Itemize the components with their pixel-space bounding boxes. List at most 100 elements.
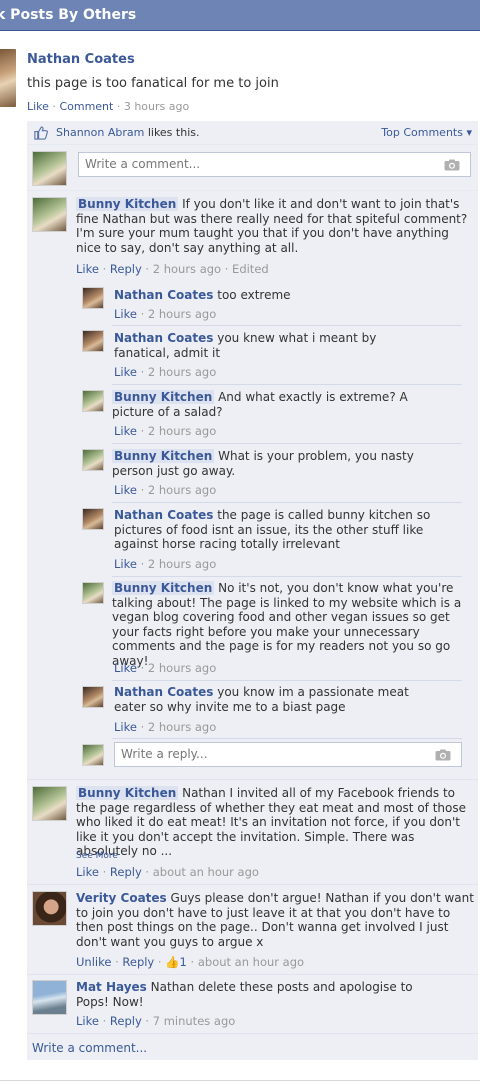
comment-reply-link[interactable]: Reply (110, 262, 142, 276)
likes-summary: Shannon Abram likes this. (56, 126, 199, 139)
likes-count-value: 1 (179, 955, 187, 969)
reply-divider (112, 502, 462, 503)
reply-avatar[interactable] (82, 390, 104, 412)
comment-meta: Like · Reply · about an hour ago (76, 865, 259, 879)
reply-input[interactable]: Write a reply... (114, 742, 462, 767)
reply-author[interactable]: Bunny Kitchen (112, 390, 215, 404)
comment-timestamp: 2 hours ago (152, 262, 222, 276)
post-meta: Like · Comment · 3 hours ago (27, 100, 190, 113)
write-comment-link[interactable]: Write a comment... (32, 1041, 147, 1055)
section-header: k Posts By Others (0, 0, 480, 31)
comment-reply-link[interactable]: Reply (110, 1014, 142, 1028)
post-text: this page is too fanatical for me to joi… (27, 76, 279, 91)
reply-avatar[interactable] (82, 287, 104, 309)
reply-thread: Nathan Coates too extreme Like · 2 hours… (80, 281, 465, 771)
commenter-name[interactable]: Bunny Kitchen (76, 786, 179, 800)
likes-row: Shannon Abram likes this. Top Comments ▾ (27, 121, 478, 145)
reply-avatar[interactable] (82, 508, 104, 530)
reply-avatar[interactable] (82, 582, 104, 604)
commenter-name[interactable]: Mat Hayes (76, 980, 147, 994)
comment-divider (27, 1033, 478, 1034)
comment-timestamp: about an hour ago (197, 955, 305, 969)
reply-body: Nathan Coates you know im a passionate m… (114, 685, 444, 714)
post-comment-link[interactable]: Comment (59, 100, 113, 113)
reply-avatar[interactable] (82, 449, 104, 471)
comment-divider (27, 974, 478, 975)
commenter-avatar[interactable] (32, 980, 67, 1015)
reply-timestamp: 2 hours ago (147, 720, 217, 734)
see-more-link[interactable]: See More (76, 851, 118, 861)
comment-like-link[interactable]: Like (76, 1014, 99, 1028)
reply-like-link[interactable]: Like (114, 483, 137, 497)
reply-like-link[interactable]: Like (114, 365, 137, 379)
commenter-avatar[interactable] (32, 197, 67, 232)
reply-meta: Like · 2 hours ago (114, 483, 217, 497)
comment-body: Mat Hayes Nathan delete these posts and … (76, 980, 436, 1009)
reply-timestamp: 2 hours ago (147, 365, 217, 379)
liker-name[interactable]: Shannon Abram (56, 126, 144, 139)
reply-meta: Like · 2 hours ago (114, 365, 217, 379)
post-author-avatar[interactable] (0, 49, 16, 107)
reply-like-link[interactable]: Like (114, 424, 137, 438)
comment-edited-label: Edited (232, 262, 269, 276)
reply-like-link[interactable]: Like (114, 307, 137, 321)
comment-timestamp: about an hour ago (152, 865, 259, 879)
comment-timestamp: 7 minutes ago (152, 1014, 236, 1028)
reply-timestamp: 2 hours ago (147, 557, 217, 571)
reply-meta: Like · 2 hours ago (114, 424, 217, 438)
reply-avatar[interactable] (82, 686, 104, 708)
reply-author[interactable]: Nathan Coates (114, 508, 213, 522)
comment-unlike-link[interactable]: Unlike (76, 955, 111, 969)
reply-author[interactable]: Nathan Coates (114, 685, 213, 699)
comment-input[interactable]: Write a comment... (78, 152, 471, 177)
commenter-name[interactable]: Bunny Kitchen (76, 197, 179, 211)
reply-timestamp: 2 hours ago (147, 661, 217, 675)
commenter-avatar[interactable] (32, 786, 67, 821)
top-comments-label: Top Comments (381, 126, 463, 139)
section-title: k Posts By Others (0, 7, 137, 23)
reply-text: too extreme (217, 288, 291, 302)
comments-panel: Shannon Abram likes this. Top Comments ▾… (27, 121, 478, 1060)
post-author-name[interactable]: Nathan Coates (27, 52, 135, 67)
reply-meta: Like · 2 hours ago (114, 307, 217, 321)
comment-reply-link[interactable]: Reply (122, 955, 154, 969)
current-user-avatar (32, 151, 67, 186)
camera-icon[interactable] (444, 159, 460, 171)
reply-author[interactable]: Nathan Coates (114, 288, 213, 302)
camera-icon[interactable] (435, 749, 451, 761)
reply-avatar[interactable] (82, 330, 104, 352)
reply-author[interactable]: Nathan Coates (114, 331, 213, 345)
small-thumbs-up-icon: 👍 (165, 955, 180, 969)
reply-timestamp: 2 hours ago (147, 424, 217, 438)
reply-author[interactable]: Bunny Kitchen (112, 449, 215, 463)
reply-body: Bunny Kitchen And what exactly is extrem… (112, 390, 452, 419)
reply-body: Bunny Kitchen What is your problem, you … (112, 449, 452, 478)
reply-divider (112, 325, 462, 326)
reply-like-link[interactable]: Like (114, 661, 137, 675)
reply-timestamp: 2 hours ago (147, 307, 217, 321)
top-comments-dropdown[interactable]: Top Comments ▾ (381, 126, 472, 139)
reply-divider (112, 576, 462, 577)
comment-divider (27, 779, 478, 780)
comment-reply-link[interactable]: Reply (110, 865, 142, 879)
post-like-link[interactable]: Like (27, 100, 49, 113)
reply-body: Nathan Coates you knew what i meant by f… (114, 331, 434, 360)
comment-like-link[interactable]: Like (76, 865, 99, 879)
commenter-avatar[interactable] (32, 891, 67, 926)
reply-body: Nathan Coates the page is called bunny k… (114, 508, 460, 552)
current-user-reply-avatar (82, 744, 104, 766)
comment-like-link[interactable]: Like (76, 262, 99, 276)
comment-likes-count[interactable]: 👍1 (165, 955, 187, 969)
reply-meta: Like · 2 hours ago (114, 720, 217, 734)
reply-body: Bunny Kitchen No it's not, you don't kno… (112, 581, 462, 668)
reply-author[interactable]: Bunny Kitchen (112, 581, 215, 595)
reply-divider (112, 443, 462, 444)
comment-body: Bunny Kitchen If you don't like it and d… (76, 197, 474, 255)
commenter-name[interactable]: Verity Coates (76, 891, 167, 905)
chevron-down-icon: ▾ (466, 126, 472, 139)
reply-divider (112, 680, 462, 681)
reply-like-link[interactable]: Like (114, 720, 137, 734)
reply-like-link[interactable]: Like (114, 557, 137, 571)
comment-meta: Like · Reply · 7 minutes ago (76, 1014, 236, 1028)
reply-divider (112, 384, 462, 385)
